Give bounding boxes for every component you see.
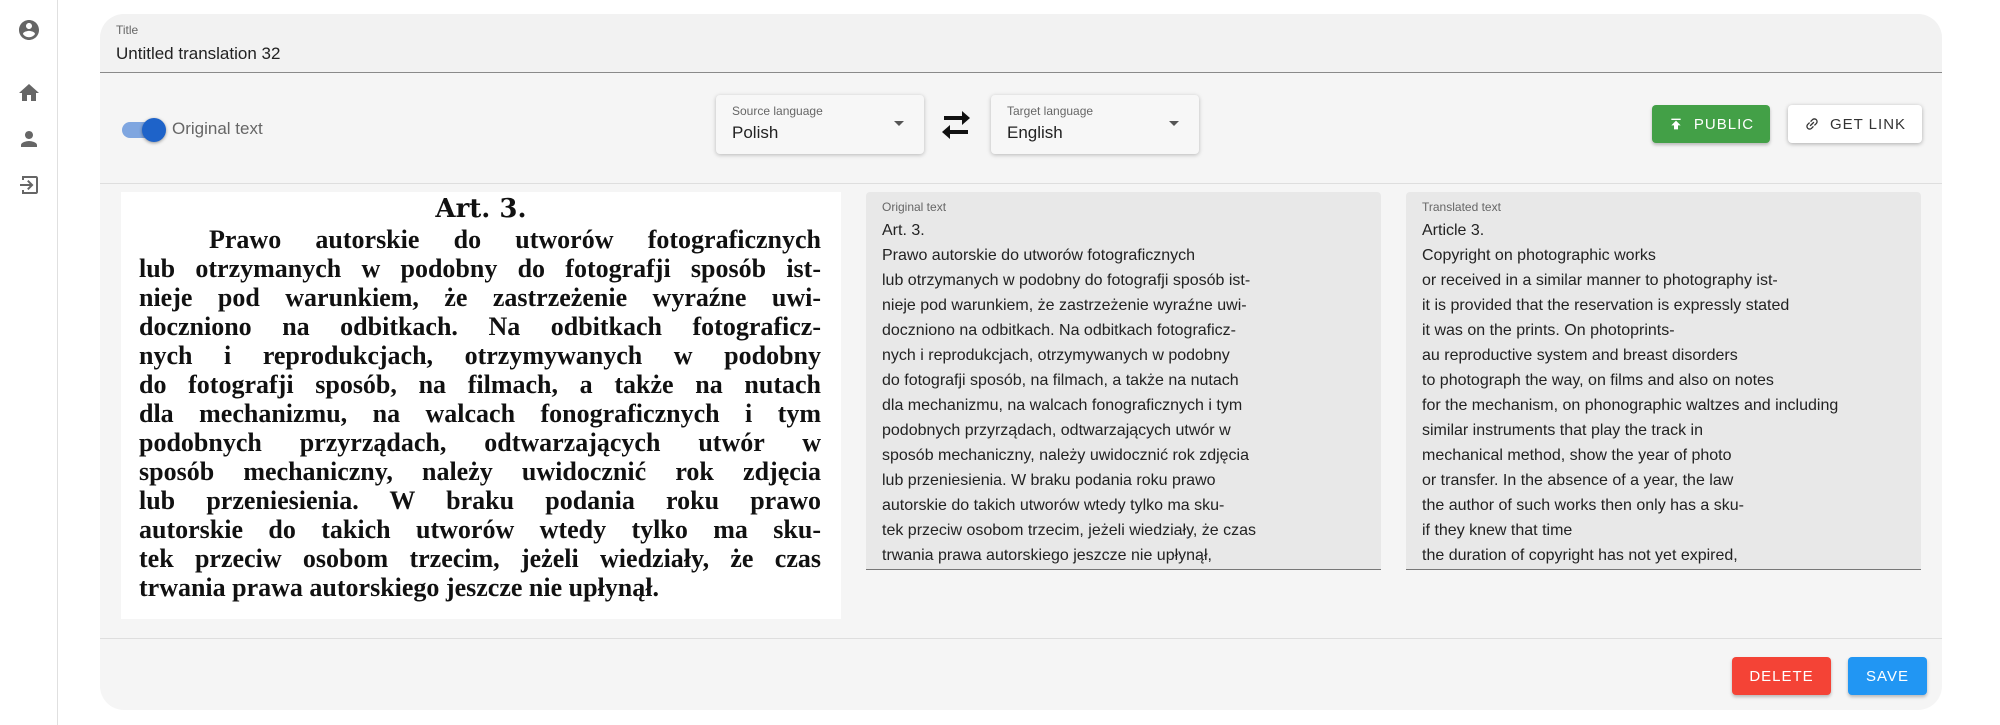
- original-text-field[interactable]: Original text Art. 3. Prawo autorskie do…: [866, 192, 1381, 570]
- scan-line: lub przeniesienia. W braku podania roku …: [139, 486, 821, 515]
- nav-rail: [0, 0, 58, 725]
- target-language-select[interactable]: Target language English: [991, 95, 1199, 154]
- public-button[interactable]: PUBLIC: [1652, 105, 1770, 143]
- original-text-toggle-label: Original text: [172, 119, 263, 138]
- text-line: Art. 3.: [882, 222, 925, 239]
- text-line: nych i reprodukcjach, otrzymywanych w po…: [882, 347, 1230, 364]
- text-line: tek przeciw osobom trzecim, jeżeli wiedz…: [882, 522, 1257, 539]
- translation-card: Title Untitled translation 32 Original t…: [100, 14, 1942, 710]
- scan-line: nieje pod warunkiem, że zastrzeżenie wyr…: [139, 283, 821, 312]
- text-line: podobnych przyrządach, odtwarzających ut…: [882, 422, 1231, 439]
- scan-line: doczniono na odbitkach. Na odbitkach fot…: [139, 312, 821, 341]
- toggle-thumb: [142, 118, 166, 142]
- scan-line: autorskie do takich utworów wtedy tylko …: [139, 515, 821, 544]
- text-line: do fotografji sposób, na filmach, a takż…: [882, 372, 1239, 389]
- chevron-down-icon: [894, 121, 904, 126]
- text-line: au reproductive system and breast disord…: [1422, 347, 1738, 364]
- source-language-select[interactable]: Source language Polish: [716, 95, 924, 154]
- toolbar: Original text Source language Polish Tar…: [100, 74, 1942, 184]
- text-line: Article 3.: [1422, 222, 1485, 239]
- publish-icon: [1671, 118, 1681, 130]
- original-text-toggle[interactable]: [122, 118, 166, 142]
- original-text-label: Original text: [882, 200, 947, 214]
- title-label: Title: [116, 23, 139, 37]
- logout-icon[interactable]: [16, 172, 42, 198]
- text-line: Copyright on photographic works: [1422, 247, 1656, 264]
- text-line: dla mechanizmu, na walcach fonograficzny…: [882, 397, 1243, 414]
- scan-line: Prawo autorskie do utworów fotograficzny…: [209, 225, 821, 254]
- text-line: or transfer. In the absence of a year, t…: [1422, 472, 1734, 489]
- scan-line: do fotografji sposób, na filmach, a takż…: [139, 370, 821, 399]
- text-line: the duration of copyright has not yet ex…: [1422, 547, 1738, 564]
- text-line: lub przeniesienia. W braku podania roku …: [882, 472, 1216, 489]
- text-line: or received in a similar manner to photo…: [1422, 272, 1778, 289]
- text-line: doczniono na odbitkach. Na odbitkach fot…: [882, 322, 1236, 339]
- person-icon[interactable]: [16, 126, 42, 152]
- target-language-label: Target language: [1007, 104, 1094, 118]
- source-language-value: Polish: [732, 123, 779, 142]
- footer-divider: [100, 638, 1942, 639]
- translated-text-label: Translated text: [1422, 200, 1501, 214]
- chevron-down-icon: [1169, 121, 1179, 126]
- text-line: lub otrzymanych w podobny do fotografji …: [882, 272, 1251, 289]
- scan-line: trwania prawa autorskiego jeszcze nie up…: [139, 573, 659, 602]
- text-line: similar instruments that play the track …: [1422, 422, 1703, 439]
- delete-button[interactable]: DELETE: [1732, 657, 1831, 695]
- original-text-content[interactable]: Art. 3. Prawo autorskie do utworów fotog…: [882, 218, 1256, 568]
- swap-languages-icon[interactable]: [936, 105, 976, 145]
- text-line: nieje pod warunkiem, że zastrzeżenie wyr…: [882, 297, 1247, 314]
- text-line: trwania prawa autorskiego jeszcze nie up…: [882, 547, 1212, 564]
- text-line: Prawo autorskie do utworów fotograficzny…: [882, 247, 1196, 264]
- text-line: to photograph the way, on films and also…: [1422, 372, 1774, 389]
- public-button-label: PUBLIC: [1693, 115, 1755, 133]
- scanned-page-image: Art. 3. Prawo autorskie do utworów fotog…: [121, 192, 841, 619]
- text-line: if they knew that time: [1422, 522, 1573, 539]
- scan-line: nych i reprodukcjach, otrzymywanych w po…: [139, 341, 821, 370]
- title-field[interactable]: Title Untitled translation 32: [100, 14, 1942, 73]
- text-line: it is provided that the reservation is e…: [1422, 297, 1790, 314]
- save-button[interactable]: SAVE: [1848, 657, 1927, 695]
- get-link-button[interactable]: GET LINK: [1788, 105, 1922, 143]
- scan-line: dla mechanizmu, na walcach fonograficzny…: [139, 399, 821, 428]
- text-line: it was on the prints. On photoprints-: [1422, 322, 1675, 339]
- translated-text-content[interactable]: Article 3. Copyright on photographic wor…: [1422, 218, 1838, 568]
- text-line: mechanical method, show the year of phot…: [1422, 447, 1732, 464]
- target-language-value: English: [1007, 123, 1063, 142]
- scan-line: lub otrzymanych w podobny do fotografji …: [139, 254, 821, 283]
- scan-line: sposób mechaniczny, należy uwidocznić ro…: [139, 457, 821, 486]
- link-icon: [1806, 118, 1818, 130]
- scan-line: podobnych przyrządach, odtwarzających ut…: [139, 428, 821, 457]
- title-input[interactable]: Untitled translation 32: [116, 44, 280, 64]
- scan-line: tek przeciw osobom trzecim, jeżeli wiedz…: [139, 544, 821, 573]
- translated-text-field[interactable]: Translated text Article 3. Copyright on …: [1406, 192, 1921, 570]
- text-line: autorskie do takich utworów wtedy tylko …: [882, 497, 1225, 514]
- text-line: the author of such works then only has a…: [1422, 497, 1744, 514]
- account-circle-icon[interactable]: [16, 17, 42, 43]
- get-link-button-label: GET LINK: [1829, 115, 1907, 133]
- home-icon[interactable]: [16, 80, 42, 106]
- source-language-label: Source language: [732, 104, 823, 118]
- text-line: sposób mechaniczny, należy uwidocznić ro…: [882, 447, 1249, 464]
- text-line: for the mechanism, on phonographic waltz…: [1422, 397, 1839, 414]
- scan-title: Art. 3.: [435, 194, 527, 224]
